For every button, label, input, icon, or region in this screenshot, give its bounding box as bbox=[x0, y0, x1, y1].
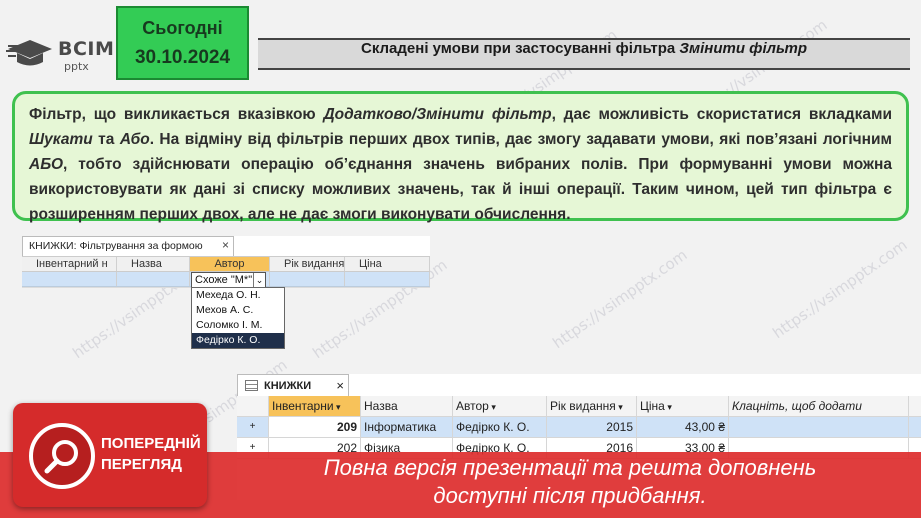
column-header[interactable]: Ціна bbox=[345, 257, 430, 271]
close-icon[interactable]: × bbox=[222, 238, 229, 252]
criteria-cell[interactable] bbox=[22, 272, 117, 286]
desc-text: , тобто здійснювати операцію об’єднання … bbox=[29, 156, 892, 223]
preview-badge-label: ПОПЕРЕДНІЙ ПЕРЕГЛЯД bbox=[101, 433, 201, 475]
author-filter-combo[interactable]: Схоже "М*" ⌄ bbox=[191, 272, 266, 288]
dropdown-option[interactable]: Соломко І. М. bbox=[192, 318, 284, 333]
column-header[interactable]: Назва bbox=[361, 396, 453, 416]
date-badge: Сьогодні 30.10.2024 bbox=[116, 6, 249, 80]
desc-text: , дає можливість скористатися вкладками bbox=[551, 106, 892, 123]
table-tab[interactable]: КНИЖКИ × bbox=[237, 374, 349, 396]
column-header[interactable]: Інвентарний н bbox=[22, 257, 117, 271]
description-box: Фільтр, що викликається вказівкою Додатк… bbox=[12, 91, 909, 223]
preview-message-line: доступні після придбання. bbox=[433, 483, 707, 508]
table-icon bbox=[245, 380, 258, 391]
filter-form-tab[interactable]: КНИЖКИ: Фільтрування за формою × bbox=[22, 236, 234, 256]
logo-text: ВСІМ bbox=[58, 38, 115, 60]
badge-line: ПОПЕРЕДНІЙ bbox=[101, 435, 201, 452]
watermark-text: https://vsimpptx.com bbox=[549, 245, 691, 353]
badge-line: ПЕРЕГЛЯД bbox=[101, 456, 182, 473]
expand-icon[interactable]: + bbox=[237, 417, 269, 437]
watermark-text: https://vsimpptx.com bbox=[769, 235, 911, 343]
tab-title: КНИЖКИ bbox=[264, 380, 312, 392]
desc-text: Фільтр, що викликається вказівкою bbox=[29, 106, 324, 123]
column-header[interactable]: Ціна bbox=[637, 396, 729, 416]
books-table: Інвентарни Назва Автор Рік видання Ціна … bbox=[237, 396, 921, 459]
desc-text: . На відміну від фільтрів перших двох ти… bbox=[149, 131, 892, 148]
close-icon[interactable]: × bbox=[336, 378, 344, 393]
criteria-cell[interactable] bbox=[345, 272, 430, 286]
column-header[interactable]: Рік видання bbox=[270, 257, 345, 271]
column-header[interactable]: Автор bbox=[453, 396, 547, 416]
preview-message-line: Повна версія презентації та решта доповн… bbox=[323, 455, 817, 480]
desc-text: та bbox=[92, 131, 120, 148]
column-header[interactable]: Рік видання bbox=[547, 396, 637, 416]
slide-title-text: Складені умови при застосуванні фільтра bbox=[361, 40, 680, 57]
desc-italic: АБО bbox=[29, 156, 64, 173]
slide-title-italic: Змінити фільтр bbox=[679, 40, 807, 57]
cell-author[interactable]: Федірко К. О. bbox=[453, 417, 547, 437]
author-dropdown-list: Мехеда О. Н. Мехов А. С. Соломко І. М. Ф… bbox=[191, 287, 285, 349]
dropdown-option[interactable]: Мехеда О. Н. bbox=[192, 288, 284, 303]
table-row[interactable]: + 209 Інформатика Федірко К. О. 2015 43,… bbox=[237, 417, 921, 438]
chevron-down-icon[interactable]: ⌄ bbox=[253, 273, 265, 287]
dropdown-option[interactable]: Мехов А. С. bbox=[192, 303, 284, 318]
desc-italic: Або bbox=[119, 131, 150, 148]
date-label: Сьогодні bbox=[142, 18, 223, 38]
graduation-cap-icon bbox=[6, 40, 52, 66]
cell-name[interactable]: Інформатика bbox=[361, 417, 453, 437]
row-selector-header[interactable] bbox=[237, 396, 269, 416]
table-header: Інвентарни Назва Автор Рік видання Ціна … bbox=[237, 396, 921, 417]
logo-subtext: pptx bbox=[64, 60, 89, 73]
slide-title: Складені умови при застосуванні фільтра … bbox=[258, 38, 910, 70]
cell-price[interactable]: 43,00 ₴ bbox=[637, 417, 729, 437]
date-value: 30.10.2024 bbox=[134, 47, 231, 68]
dropdown-option-selected[interactable]: Федірко К. О. bbox=[192, 333, 284, 348]
cell-year[interactable]: 2015 bbox=[547, 417, 637, 437]
preview-badge: ПОПЕРЕДНІЙ ПЕРЕГЛЯД bbox=[13, 403, 207, 507]
logo: ВСІМ pptx bbox=[6, 34, 116, 74]
tab-title: КНИЖКИ: Фільтрування за формою bbox=[29, 240, 203, 252]
column-header-active[interactable]: Автор bbox=[190, 257, 270, 271]
desc-italic: Шукати bbox=[29, 131, 93, 148]
filter-form-header: Інвентарний н Назва Автор Рік видання Ці… bbox=[22, 256, 430, 272]
combo-value: Схоже "М*" bbox=[195, 274, 253, 286]
cell-id[interactable]: 209 bbox=[269, 417, 361, 437]
criteria-cell[interactable] bbox=[270, 272, 345, 286]
magnifier-icon bbox=[29, 423, 95, 489]
desc-italic: Додатково/Змінити фільтр bbox=[323, 106, 552, 123]
criteria-cell[interactable] bbox=[117, 272, 190, 286]
cell-empty[interactable] bbox=[729, 417, 909, 437]
column-header[interactable]: Назва bbox=[117, 257, 190, 271]
add-column-header[interactable]: Клацніть, щоб додати bbox=[729, 396, 909, 416]
column-header-active[interactable]: Інвентарни bbox=[269, 396, 361, 416]
preview-message: Повна версія презентації та решта доповн… bbox=[240, 454, 900, 510]
